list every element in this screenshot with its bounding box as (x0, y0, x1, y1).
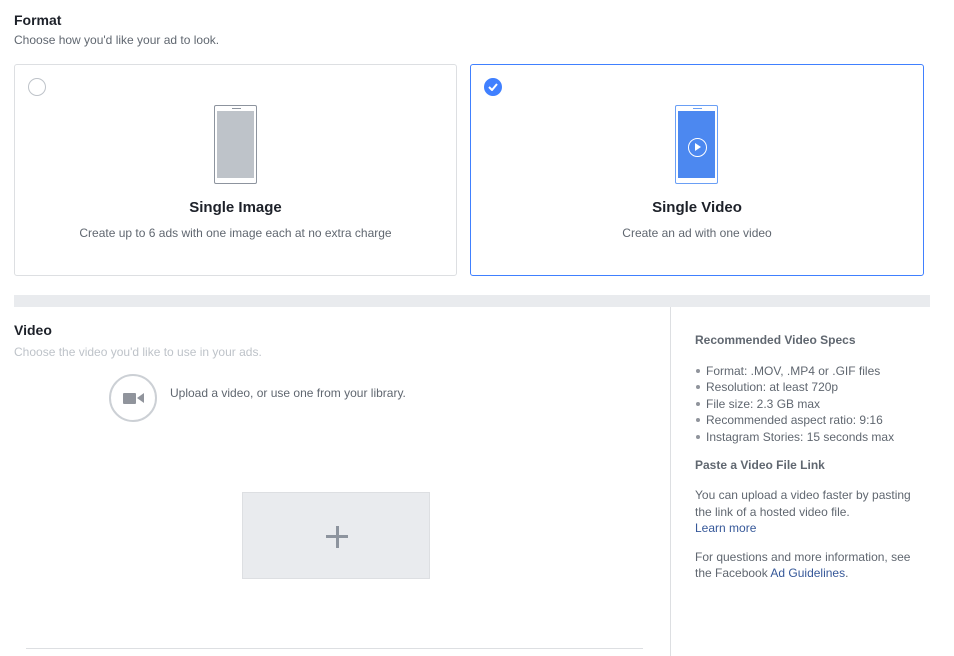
format-subtitle: Choose how you'd like your ad to look. (14, 33, 220, 47)
phone-video-icon (675, 105, 718, 184)
questions-text: For questions and more information, see … (695, 549, 911, 581)
upload-prompt: Upload a video, or use one from your lib… (170, 386, 406, 400)
option-title: Single Video (652, 199, 742, 216)
paste-link-title: Paste a Video File Link (695, 458, 825, 473)
spec-item: Recommended aspect ratio: 9:16 (696, 412, 930, 428)
spec-item: Instagram Stories: 15 seconds max (696, 429, 930, 445)
option-title: Single Image (189, 199, 282, 216)
section-divider (14, 295, 930, 307)
specs-list: Format: .MOV, .MP4 or .GIF files Resolut… (695, 363, 930, 445)
phone-image-icon (214, 105, 257, 184)
option-description: Create an ad with one video (622, 226, 772, 240)
learn-more-link[interactable]: Learn more (695, 521, 756, 535)
video-section-subtitle: Choose the video you'd like to use in yo… (14, 345, 262, 359)
format-option-single-video[interactable]: Single Video Create an ad with one video (470, 64, 924, 276)
check-icon (488, 83, 498, 91)
video-camera-icon[interactable] (109, 374, 157, 422)
specs-title: Recommended Video Specs (695, 333, 856, 347)
spec-item: Format: .MOV, .MP4 or .GIF files (696, 363, 930, 379)
radio-single-video[interactable] (484, 78, 502, 96)
format-title: Format (14, 12, 62, 28)
column-divider (670, 307, 671, 656)
spec-item: File size: 2.3 GB max (696, 396, 930, 412)
spec-item: Resolution: at least 720p (696, 379, 930, 395)
divider (26, 648, 643, 649)
ad-guidelines-link[interactable]: Ad Guidelines (770, 566, 845, 580)
paste-link-text: You can upload a video faster by pasting… (695, 488, 911, 536)
radio-single-image[interactable] (28, 78, 46, 96)
add-video-button[interactable] (242, 492, 430, 579)
format-option-single-image[interactable]: Single Image Create up to 6 ads with one… (14, 64, 457, 276)
option-description: Create up to 6 ads with one image each a… (79, 226, 392, 240)
play-icon (688, 138, 707, 157)
video-section-title: Video (14, 322, 52, 338)
video-specs-panel: Recommended Video Specs Format: .MOV, .M… (695, 333, 930, 582)
